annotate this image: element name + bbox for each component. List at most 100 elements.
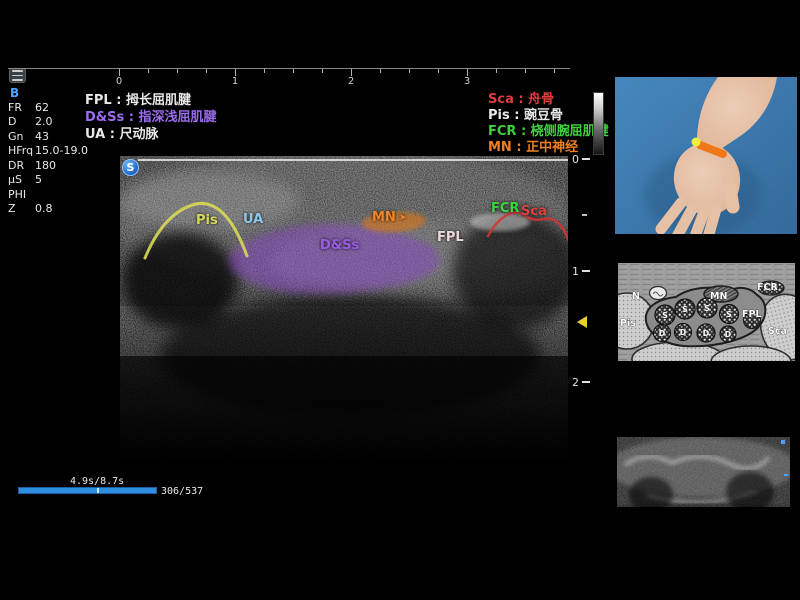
ruler-tick bbox=[177, 69, 178, 73]
diagram-label-fcr: FCR bbox=[757, 282, 778, 293]
us-label-ua: UA bbox=[243, 212, 263, 227]
ruler-tick bbox=[293, 69, 294, 73]
depth-tick-dash bbox=[582, 270, 590, 272]
depth-tick: 1 bbox=[572, 266, 590, 276]
depth-tick-label: 1 bbox=[572, 265, 579, 278]
diagram-label-sca: Sca bbox=[768, 326, 787, 337]
depth-tick-dash bbox=[582, 381, 590, 383]
diagram-label-mn: MN bbox=[710, 291, 727, 302]
orientation-marker: S bbox=[122, 159, 139, 176]
svg-text:S: S bbox=[726, 310, 732, 319]
ruler-tick-label: 0 bbox=[109, 76, 129, 87]
legend-item-fpl: FPL : 拇长屈肌腱 bbox=[85, 92, 216, 109]
param-row: Z0.8 bbox=[8, 202, 108, 217]
svg-text:D: D bbox=[680, 328, 687, 337]
legend-item-mn: MN : 正中神经 bbox=[488, 140, 609, 156]
ultrasound-screen: 0123 B FR62D2.0Gn43HFrq15.0-19.0DR180μS5… bbox=[0, 0, 800, 600]
svg-text:S: S bbox=[662, 311, 668, 320]
param-value: 2.0 bbox=[35, 115, 53, 130]
param-value: 43 bbox=[35, 130, 49, 145]
ruler-tick-label: 2 bbox=[341, 76, 361, 87]
ultrasound-image: S Pis UA D&Ss MN ➤ FPL FCRSca bbox=[120, 156, 568, 462]
grayscale-bar bbox=[593, 92, 604, 155]
diagram-label-n: N bbox=[632, 291, 640, 302]
mn-pointer-arrow-icon: ➤ bbox=[396, 213, 407, 223]
ruler-tick bbox=[554, 69, 555, 73]
playback-progress-bar[interactable] bbox=[18, 487, 157, 494]
svg-text:S: S bbox=[704, 304, 710, 313]
ruler-tick-label: 3 bbox=[457, 76, 477, 87]
legend-item-sca: Sca : 舟骨 bbox=[488, 92, 609, 108]
ruler-tick bbox=[409, 69, 410, 73]
frame-counter: 306/537 bbox=[161, 486, 203, 497]
depth-tick-label: 0 bbox=[572, 153, 579, 166]
anatomy-diagram[interactable]: S S S S D D D D N Pis MN FCR FPL Sca bbox=[618, 263, 795, 361]
focus-marker-arrow[interactable] bbox=[577, 316, 587, 328]
ruler-tick bbox=[322, 69, 323, 73]
legend-item-fcr: FCR : 桡侧腕屈肌腱 bbox=[488, 124, 609, 140]
us-label-pis: Pis bbox=[196, 213, 218, 228]
ruler-tick bbox=[467, 69, 468, 76]
us-label-mn: MN ➤ bbox=[372, 210, 407, 225]
svg-text:D: D bbox=[659, 329, 666, 338]
svg-text:D: D bbox=[703, 329, 710, 338]
probe-orientation-dot bbox=[692, 138, 701, 147]
param-value: 5 bbox=[35, 173, 42, 188]
param-label: Gn bbox=[8, 130, 35, 145]
legend-item-dss: D&Ss : 指深浅屈肌腱 bbox=[85, 109, 216, 126]
diagram-label-fpl: FPL bbox=[742, 309, 762, 320]
ruler-tick bbox=[438, 69, 439, 73]
ruler-tick bbox=[148, 69, 149, 73]
us-label-dss: D&Ss bbox=[320, 238, 359, 253]
param-row: HFrq15.0-19.0 bbox=[8, 144, 108, 159]
us-label-sca: Sca bbox=[521, 204, 547, 219]
depth-tick: 0 bbox=[572, 154, 590, 164]
param-value: 62 bbox=[35, 101, 49, 116]
legend-item-ua: UA : 尺动脉 bbox=[85, 126, 216, 143]
ruler-tick bbox=[235, 69, 236, 76]
ruler-tick bbox=[380, 69, 381, 73]
ulnar-artery bbox=[650, 287, 667, 300]
param-row: DR180 bbox=[8, 159, 108, 174]
depth-tick: 2 bbox=[572, 377, 590, 387]
us-label-fpl: FPL bbox=[437, 230, 464, 245]
param-value: 0.8 bbox=[35, 202, 53, 217]
svg-text:D: D bbox=[725, 330, 732, 339]
param-value: 15.0-19.0 bbox=[35, 144, 88, 159]
param-label: FR bbox=[8, 101, 35, 116]
ruler-tick bbox=[525, 69, 526, 73]
legend-item-pis: Pis : 豌豆骨 bbox=[488, 108, 609, 124]
ruler-tick bbox=[496, 69, 497, 73]
probe-position-photo[interactable] bbox=[615, 77, 797, 234]
thumb bbox=[729, 181, 733, 207]
top-ruler-line bbox=[8, 68, 570, 69]
param-label: HFrq bbox=[8, 144, 35, 159]
ruler-tick bbox=[264, 69, 265, 73]
playback-time: 4.9s/8.7s bbox=[70, 476, 124, 487]
param-value: 180 bbox=[35, 159, 56, 174]
param-row: PHI bbox=[8, 188, 108, 203]
legend-right: Sca : 舟骨Pis : 豌豆骨FCR : 桡侧腕屈肌腱MN : 正中神经 bbox=[488, 92, 609, 156]
ruler-tick bbox=[206, 69, 207, 73]
param-label: μS bbox=[8, 173, 35, 188]
ruler-tick bbox=[119, 69, 120, 76]
thumb-edge-mark bbox=[784, 474, 788, 476]
ruler-tick bbox=[351, 69, 352, 76]
param-label: PHI bbox=[8, 188, 35, 203]
depth-tick-dash bbox=[582, 158, 590, 160]
depth-tick-minor bbox=[582, 214, 587, 216]
depth-tick-label: 2 bbox=[572, 376, 579, 389]
menu-icon[interactable] bbox=[9, 68, 26, 83]
legend-left: FPL : 拇长屈肌腱D&Ss : 指深浅屈肌腱UA : 尺动脉 bbox=[85, 92, 216, 143]
playhead[interactable] bbox=[97, 488, 99, 493]
thumb-corner-mark bbox=[781, 440, 785, 444]
svg-text:S: S bbox=[682, 305, 688, 314]
reference-ultrasound-thumbnail[interactable] bbox=[617, 437, 790, 522]
param-row: μS5 bbox=[8, 173, 108, 188]
param-label: D bbox=[8, 115, 35, 130]
param-label: Z bbox=[8, 202, 35, 217]
param-label: DR bbox=[8, 159, 35, 174]
us-label-fcr: FCR bbox=[491, 201, 519, 216]
diagram-label-pis: Pis bbox=[620, 318, 636, 329]
ruler-tick-label: 1 bbox=[225, 76, 245, 87]
